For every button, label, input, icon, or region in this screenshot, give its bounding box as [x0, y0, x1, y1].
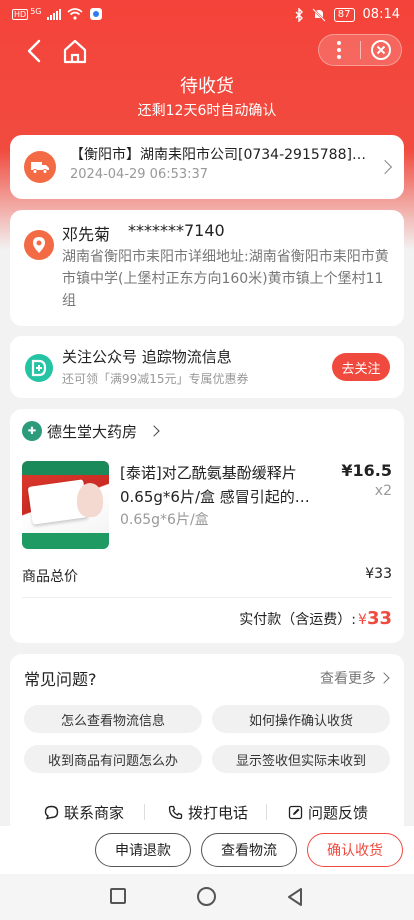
faq-question[interactable]: 收到商品有问题怎么办 — [24, 745, 202, 773]
shop-logo-icon: ✚ — [22, 421, 42, 441]
close-button[interactable] — [360, 35, 401, 65]
product-name[interactable]: [泰诺]对乙酰氨基酚缓释片 0.65g*6片/盒 感冒引起的发热 — [120, 461, 320, 509]
app-notification-icon — [90, 8, 103, 20]
confirm-receipt-button[interactable]: 确认收货 — [307, 833, 403, 867]
product-spec: 0.65g*6片/盒 — [120, 512, 209, 528]
feedback-label: 问题反馈 — [308, 803, 369, 822]
truck-icon — [24, 151, 56, 183]
system-navigation-bar — [0, 874, 414, 920]
product-price: ¥16.5 — [341, 461, 392, 480]
faq-question[interactable]: 怎么查看物流信息 — [24, 705, 202, 733]
clock: 08:14 — [362, 7, 400, 22]
divider — [22, 597, 392, 598]
paid-amount: 33 — [366, 608, 392, 629]
back-triangle-icon[interactable] — [286, 887, 304, 907]
phone-icon — [168, 805, 183, 819]
view-logistics-button[interactable]: 查看物流 — [201, 833, 297, 867]
call-phone-button[interactable]: 拨打电话 — [168, 802, 248, 822]
close-circle-icon — [370, 40, 391, 60]
location-pin-icon — [24, 230, 54, 260]
network-generation: 5G — [30, 6, 42, 16]
total-value: ¥33 — [365, 566, 392, 582]
order-card: ✚ 德生堂大药房 [泰诺]对乙酰氨基酚缓释片 0.65g*6片/盒 感冒引起的发… — [10, 409, 404, 643]
contact-merchant-button[interactable]: 联系商家 — [44, 802, 124, 822]
bluetooth-icon — [295, 7, 303, 22]
wifi-icon — [67, 8, 84, 20]
product-name-line2: 0.65g*6片/盒 感冒引起的发热 — [120, 488, 320, 506]
auto-confirm-countdown: 还剩12天6时自动确认 — [137, 103, 277, 119]
feedback-button[interactable]: 问题反馈 — [288, 802, 368, 822]
product-quantity: x2 — [374, 483, 392, 499]
address-card: 邓先菊 *******7140 湖南省衡阳市耒阳市详细地址:湖南省衡阳市耒阳市黄… — [10, 210, 404, 326]
signal-icon — [47, 8, 62, 20]
paid-label: 实付款（含运费）: — [239, 612, 357, 628]
address-detail: 湖南省衡阳市耒阳市详细地址:湖南省衡阳市耒阳市黄市镇中学(上堡村正东方向160米… — [62, 249, 389, 309]
back-button[interactable] — [20, 36, 50, 66]
request-refund-button[interactable]: 申请退款 — [95, 833, 191, 867]
mute-icon — [312, 7, 326, 22]
contact-merchant-label: 联系商家 — [64, 803, 125, 822]
follow-subtitle: 还可领「满99减15元」专属优惠券 — [62, 372, 249, 386]
home-circle-icon[interactable] — [197, 887, 216, 906]
follow-account-card: 关注公众号 追踪物流信息 还可领「满99减15元」专属优惠券 去关注 — [10, 336, 404, 398]
call-phone-label: 拨打电话 — [188, 803, 249, 822]
edit-icon — [288, 805, 303, 819]
shop-name[interactable]: 德生堂大药房 — [47, 421, 137, 442]
network-type: HD — [12, 8, 29, 20]
recipient-name: 邓先菊 — [62, 225, 111, 244]
follow-button[interactable]: 去关注 — [332, 353, 390, 381]
more-dots-icon — [337, 41, 342, 59]
mini-program-capsule — [318, 34, 402, 66]
faq-question[interactable]: 如何操作确认收货 — [212, 705, 390, 733]
logistics-card[interactable]: 【衡阳市】湖南耒阳市公司[0734-2915788] 已签收 2024-04-2… — [10, 135, 404, 199]
product-name-line1: [泰诺]对乙酰氨基酚缓释片 — [120, 464, 297, 482]
back-arrow-icon — [27, 39, 41, 63]
chevron-right-icon — [377, 159, 393, 175]
faq-card: 常见问题? 查看更多 怎么查看物流信息 如何操作确认收货 收到商品有问题怎么办 … — [10, 654, 404, 834]
page-title: 待收货 — [180, 76, 234, 97]
product-image[interactable] — [22, 461, 109, 549]
official-account-icon — [25, 354, 53, 382]
follow-title: 关注公众号 追踪物流信息 — [62, 348, 232, 366]
total-label: 商品总价 — [22, 569, 78, 585]
paid-currency: ¥ — [358, 612, 367, 628]
home-icon — [63, 39, 87, 64]
chevron-right-icon — [378, 672, 390, 684]
status-bar: HD 5G 87 08:14 — [0, 0, 414, 30]
nav-bar — [0, 30, 414, 70]
bottom-action-bar: 申请退款 查看物流 确认收货 — [0, 826, 414, 874]
more-menu-button[interactable] — [319, 35, 360, 65]
recipient-phone: *******7140 — [128, 221, 225, 240]
battery-icon: 87 — [333, 7, 355, 22]
recent-apps-icon[interactable] — [110, 888, 126, 904]
chevron-right-icon — [148, 425, 160, 437]
chat-icon — [44, 805, 59, 819]
logistics-time: 2024-04-29 06:53:37 — [70, 167, 209, 182]
faq-more-link[interactable]: 查看更多 — [320, 668, 376, 688]
logistics-status: 【衡阳市】湖南耒阳市公司[0734-2915788] 已签收 — [70, 147, 370, 163]
faq-question[interactable]: 显示签收但实际未收到 — [212, 745, 390, 773]
paid-amount-row: 实付款（含运费）: ¥ 33 — [239, 608, 392, 629]
home-button[interactable] — [60, 36, 90, 66]
faq-title: 常见问题? — [24, 670, 97, 689]
